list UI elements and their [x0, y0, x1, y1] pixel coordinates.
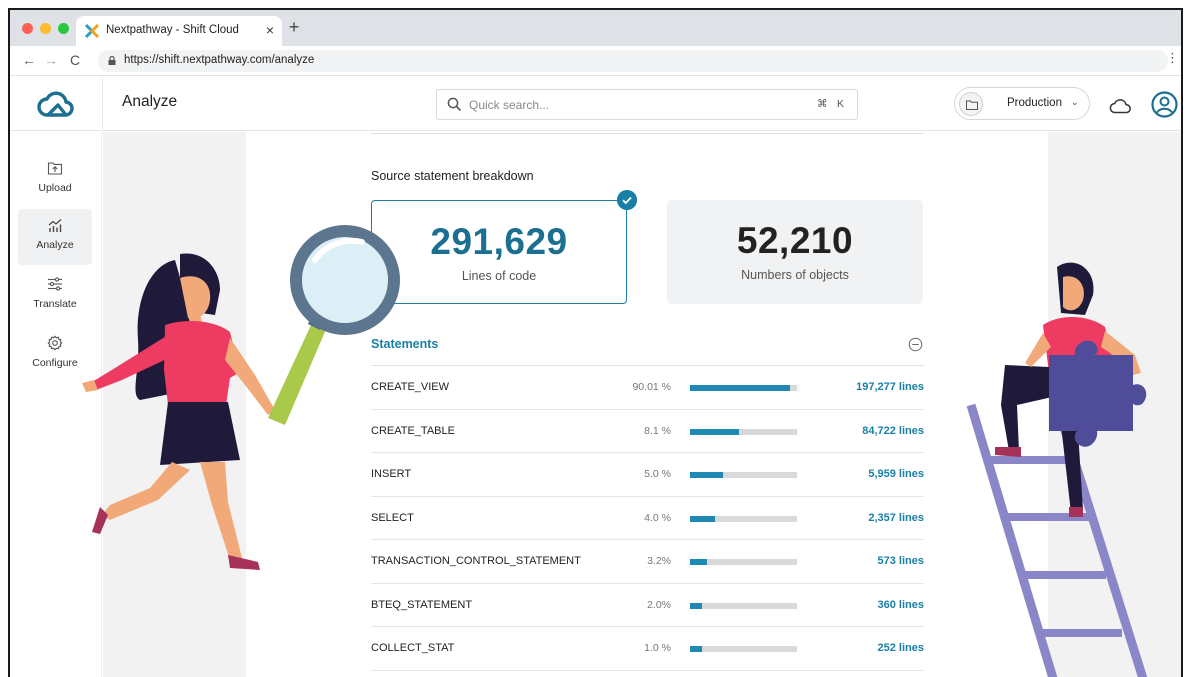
statement-bar-fill — [690, 515, 715, 522]
tab-strip: Nextpathway - Shift Cloud × + — [10, 10, 1181, 46]
statement-percent: 1.0 % — [644, 642, 671, 654]
statement-percent: 8.1 % — [644, 424, 671, 437]
statement-row[interactable]: SELECT 4.0 % 2,357 lines — [371, 497, 924, 540]
address-bar[interactable]: https://shift.nextpathway.com/analyze — [98, 50, 1168, 72]
objects-value: 52,210 — [736, 220, 854, 261]
minimize-window-button[interactable] — [40, 23, 51, 34]
cloud-icon[interactable] — [1109, 97, 1133, 114]
statement-lines: 197,277 lines — [856, 381, 924, 393]
statement-lines: 84,722 lines — [862, 424, 924, 437]
statement-bar — [690, 515, 797, 522]
lock-icon — [108, 56, 116, 65]
sidebar-item-upload[interactable]: Upload — [18, 152, 92, 208]
breakdown-title: Source statement breakdown — [371, 169, 534, 183]
environment-label: Production — [1007, 97, 1062, 109]
search-icon — [447, 97, 462, 112]
quick-search[interactable]: ⌘ K — [436, 89, 858, 120]
statement-bar-fill — [690, 385, 790, 391]
statement-lines: 573 lines — [877, 555, 924, 567]
chevron-down-icon: ⌄ — [1071, 97, 1079, 107]
statement-name: BTEQ_STATEMENT — [371, 598, 473, 611]
statement-bar — [690, 428, 797, 435]
lines-of-code-value: 291,629 — [430, 221, 568, 262]
statement-bar-fill — [690, 472, 724, 478]
tab-close-icon[interactable]: × — [266, 22, 274, 38]
sidebar-item-label: Upload — [38, 182, 72, 194]
translate-icon — [48, 277, 62, 291]
statement-row[interactable]: CREATE_TABLE 8.1 % 84,722 lines — [371, 410, 924, 453]
statement-bar-fill — [690, 428, 740, 435]
statement-lines: 360 lines — [877, 598, 924, 611]
search-input[interactable] — [469, 96, 789, 114]
forward-button[interactable]: → — [42, 51, 60, 69]
statement-percent: 3.2% — [647, 555, 671, 567]
shortcut-k-key: K — [837, 98, 845, 110]
statement-bar — [690, 385, 797, 391]
woman-on-ladder-illustration — [966, 262, 1148, 677]
back-button[interactable]: ← — [20, 51, 38, 69]
analyze-icon — [48, 219, 62, 232]
url-text: https://shift.nextpathway.com/analyze — [124, 54, 315, 66]
statement-lines: 5,959 lines — [868, 468, 924, 480]
objects-label: Numbers of objects — [741, 268, 849, 282]
objects-card[interactable]: 52,210 Numbers of objects — [667, 200, 923, 304]
statement-bar-fill — [690, 559, 708, 565]
shift-cloud-logo-icon[interactable] — [36, 89, 76, 121]
header-divider — [102, 77, 103, 131]
statement-row[interactable]: BTEQ_STATEMENT 2.0% 360 lines — [371, 584, 924, 627]
statement-bar-fill — [690, 646, 702, 652]
app-header: Analyze ⌘ K Production ⌄ — [10, 77, 1181, 131]
nextpathway-favicon-icon — [84, 23, 100, 39]
reload-button[interactable]: C — [66, 51, 84, 69]
shortcut-cmd-key: ⌘ — [817, 98, 828, 110]
browser-menu-icon[interactable]: ⋮ — [1166, 51, 1179, 65]
statement-row[interactable]: CREATE_VIEW 90.01 % 197,277 lines — [371, 366, 924, 410]
page-title: Analyze — [122, 93, 178, 110]
statement-row[interactable]: TRANSACTION_CONTROL_STATEMENT 3.2% 573 l… — [371, 540, 924, 584]
statement-percent: 4.0 % — [644, 511, 671, 524]
new-tab-button[interactable]: + — [282, 18, 306, 36]
user-avatar-icon[interactable] — [1151, 91, 1178, 118]
maximize-window-button[interactable] — [58, 23, 69, 34]
statement-percent: 90.01 % — [632, 381, 671, 393]
statement-bar-fill — [690, 602, 702, 609]
tab-title: Nextpathway - Shift Cloud — [106, 24, 239, 36]
statement-row[interactable]: INSERT 5.0 % 5,959 lines — [371, 453, 924, 497]
statement-lines: 252 lines — [877, 642, 924, 654]
browser-toolbar: ← → C https://shift.nextpathway.com/anal… — [10, 46, 1181, 76]
upload-icon — [47, 162, 63, 175]
statement-bar — [690, 602, 797, 609]
statement-lines: 2,357 lines — [868, 511, 924, 524]
statements-list: CREATE_VIEW 90.01 % 197,277 lines CREATE… — [371, 366, 924, 671]
close-window-button[interactable] — [22, 23, 33, 34]
statement-bar — [690, 559, 797, 565]
statement-percent: 5.0 % — [644, 468, 671, 480]
statement-bar — [690, 472, 797, 478]
statement-name: COLLECT_STAT — [371, 642, 455, 654]
collapse-icon[interactable] — [908, 337, 923, 352]
lines-of-code-label: Lines of code — [461, 269, 537, 283]
folder-icon — [959, 92, 983, 116]
browser-window: Nextpathway - Shift Cloud × + ← → C http… — [8, 8, 1183, 677]
panel-divider — [371, 133, 924, 134]
gear-icon — [47, 335, 63, 351]
browser-tab[interactable]: Nextpathway - Shift Cloud × — [76, 16, 282, 46]
statement-bar — [690, 646, 797, 652]
statement-percent: 2.0% — [647, 598, 671, 611]
statement-row[interactable]: COLLECT_STAT 1.0 % 252 lines — [371, 627, 924, 671]
checkmark-icon — [617, 190, 637, 210]
woman-with-magnifier-illustration — [82, 225, 400, 570]
environment-selector[interactable]: Production ⌄ — [954, 87, 1090, 120]
